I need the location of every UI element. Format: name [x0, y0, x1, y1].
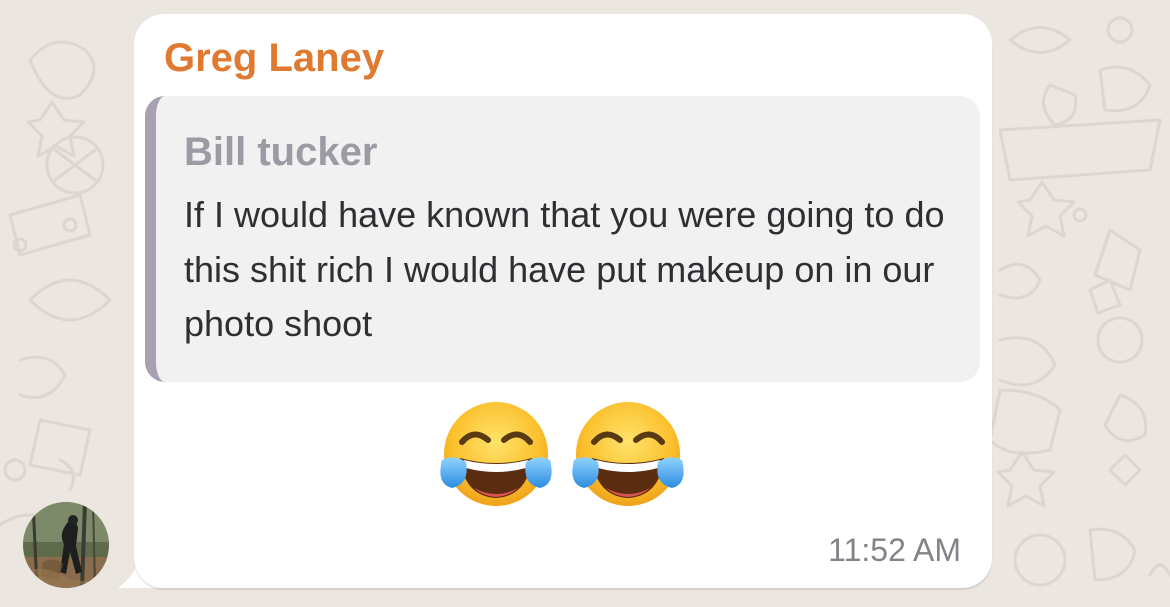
sender-avatar[interactable]	[23, 502, 109, 588]
sender-name[interactable]: Greg Laney	[164, 30, 384, 86]
quoted-message-text: If I would have known that you were goin…	[184, 194, 945, 344]
face-with-tears-of-joy-icon	[440, 402, 552, 506]
avatar-photo-icon	[23, 502, 109, 588]
message-timestamp: 11:52 AM	[828, 532, 961, 568]
message-emojis	[438, 400, 688, 510]
face-with-tears-of-joy-icon	[572, 402, 684, 506]
quoted-author: Bill tucker	[184, 130, 378, 174]
reply-quote[interactable]: Bill tucker If I would have known that y…	[145, 96, 980, 382]
